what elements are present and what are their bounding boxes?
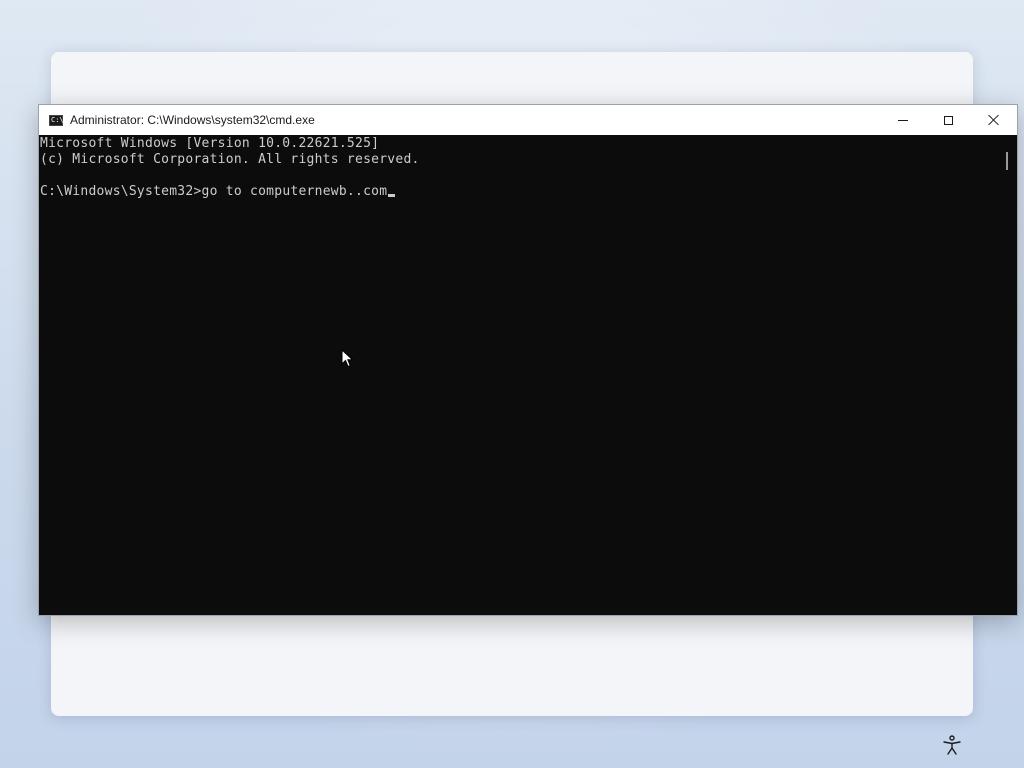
text-cursor (388, 194, 396, 197)
maximize-button[interactable] (925, 105, 971, 135)
cmd-icon-glyph: C:\ (51, 115, 64, 124)
accessibility-icon[interactable] (941, 734, 963, 756)
console-line-version: Microsoft Windows [Version 10.0.22621.52… (40, 136, 380, 151)
console-line-copyright: (c) Microsoft Corporation. All rights re… (40, 152, 420, 167)
minimize-button[interactable] (880, 105, 926, 135)
vertical-scrollbar[interactable] (998, 136, 1016, 614)
close-button[interactable] (971, 105, 1017, 135)
command-line[interactable]: C:\Windows\System32>go to computernewb..… (40, 184, 396, 200)
mouse-pointer-icon (341, 349, 354, 368)
console-output[interactable]: Microsoft Windows [Version 10.0.22621.52… (40, 136, 998, 614)
scrollbar-thumb[interactable] (1006, 152, 1008, 170)
prompt-path: C:\Windows\System32> (40, 184, 202, 199)
cmd-icon: C:\ (49, 114, 64, 126)
title-bar[interactable]: C:\ Administrator: C:\Windows\system32\c… (39, 105, 1017, 135)
cmd-window[interactable]: C:\ Administrator: C:\Windows\system32\c… (38, 104, 1018, 616)
window-title: Administrator: C:\Windows\system32\cmd.e… (70, 113, 315, 127)
minimize-icon (898, 119, 908, 121)
close-icon (988, 114, 1000, 126)
command-input[interactable]: go to computernewb..com (202, 184, 388, 199)
maximize-icon (943, 115, 953, 125)
